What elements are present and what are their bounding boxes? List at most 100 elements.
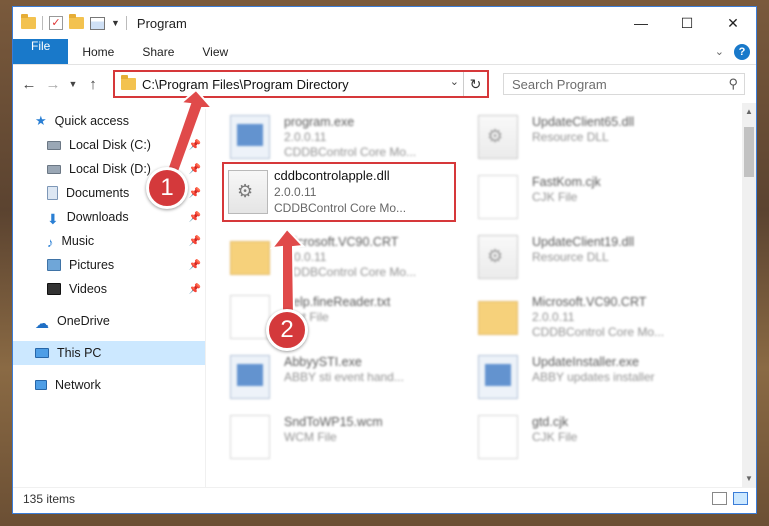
file-type: WCM File xyxy=(284,430,337,444)
file-type: Resource DLL xyxy=(532,250,609,264)
new-folder-icon[interactable] xyxy=(69,14,84,29)
window-title: Program xyxy=(136,15,187,31)
sidebar-item-music[interactable]: ♪ Music 📌 xyxy=(13,229,205,253)
file-item[interactable]: Microsoft.VC90.CRT 2.0.0.11 CDDBControl Co… xyxy=(230,233,478,293)
file-description: ABBY sti event hand... xyxy=(284,370,404,384)
vertical-scrollbar[interactable]: ▲ ▼ xyxy=(742,103,756,487)
file-item[interactable]: UpdateInstaller.exe ABBY updates installe… xyxy=(478,353,726,413)
pin-icon[interactable]: 📌 xyxy=(189,236,201,247)
quick-access-toolbar: ✓ ▼ xyxy=(21,14,127,30)
search-input[interactable]: Search Program ⚲ xyxy=(503,73,745,95)
wcm-file-icon xyxy=(230,415,270,459)
sidebar-item-this-pc[interactable]: This PC xyxy=(13,341,205,365)
customize-toolbar-chevron-icon[interactable]: ▼ xyxy=(111,18,120,28)
file-version: 2.0.0.11 xyxy=(284,250,327,264)
sidebar-item-label: This PC xyxy=(57,346,102,360)
cjk-file-icon xyxy=(478,415,518,459)
sidebar-item-label: Downloads xyxy=(66,210,129,224)
tab-file[interactable]: File xyxy=(13,39,69,64)
close-button[interactable]: ✕ xyxy=(710,7,756,39)
sidebar-item-label: Music xyxy=(61,234,95,248)
back-arrow-icon[interactable]: ← xyxy=(19,76,39,93)
pin-icon[interactable]: 📌 xyxy=(189,284,201,295)
pin-icon[interactable]: 📌 xyxy=(189,188,201,199)
address-history-chevron-icon[interactable]: ⌄ xyxy=(450,75,459,88)
properties-icon[interactable] xyxy=(90,16,105,30)
details-view-icon[interactable] xyxy=(712,492,727,505)
ribbon-right: ⌄ ? xyxy=(715,39,756,64)
file-name: Microsoft.VC90.CRT xyxy=(532,295,647,309)
network-icon xyxy=(35,380,47,390)
refresh-icon[interactable]: ↻ xyxy=(463,72,487,96)
pin-icon[interactable]: 📌 xyxy=(189,212,201,223)
file-version: 2.0.0.11 xyxy=(284,130,327,144)
download-icon: ⬇ xyxy=(47,211,59,227)
file-name: cddbcontrolapple.dll xyxy=(274,168,390,183)
up-arrow-icon[interactable]: ↑ xyxy=(83,76,103,93)
scrollbar-thumb[interactable] xyxy=(744,127,754,177)
file-type: Resource DLL xyxy=(532,130,609,144)
sidebar-item-label: Local Disk (D:) xyxy=(69,162,151,176)
address-row: ← → ▼ ↑ C:\Program Files\Program Directo… xyxy=(13,65,756,103)
exe-file-icon xyxy=(478,355,518,399)
highlighted-file-item[interactable]: cddbcontrolapple.dll 2.0.0.11 CDDBContro… xyxy=(222,162,456,222)
file-item[interactable]: AbbyySTI.exe ABBY sti event hand... xyxy=(230,353,478,413)
folder-icon[interactable] xyxy=(21,14,36,29)
sidebar-item-onedrive[interactable]: ☁ OneDrive xyxy=(13,309,205,333)
window-controls: — ☐ ✕ xyxy=(618,7,756,39)
pin-icon[interactable]: 📌 xyxy=(189,140,201,151)
file-name: Microsoft.VC90.CRT xyxy=(284,235,399,249)
cloud-icon: ☁ xyxy=(35,315,49,331)
large-icons-view-icon[interactable] xyxy=(733,492,748,505)
help-icon[interactable]: ? xyxy=(734,43,750,60)
tab-view[interactable]: View xyxy=(188,39,242,64)
minimize-button[interactable]: — xyxy=(618,7,664,39)
address-path[interactable]: C:\Program Files\Program Directory xyxy=(142,77,349,92)
maximize-button[interactable]: ☐ xyxy=(664,7,710,39)
file-description: CDDBControl Core Mo... xyxy=(274,201,407,215)
tab-share[interactable]: Share xyxy=(128,39,188,64)
sidebar-item-label: OneDrive xyxy=(57,314,110,328)
properties-check-icon[interactable]: ✓ xyxy=(49,16,63,30)
file-item[interactable]: gtd.cjk CJK File xyxy=(478,413,726,473)
pin-icon[interactable]: 📌 xyxy=(189,260,201,271)
file-item[interactable]: FastKom.cjk CJK File xyxy=(478,173,726,233)
sidebar-item-quick-access[interactable]: ★ Quick access xyxy=(13,109,205,133)
sidebar-item-network[interactable]: Network xyxy=(13,373,205,397)
forward-arrow-icon[interactable]: → xyxy=(43,76,63,93)
pin-icon[interactable]: 📌 xyxy=(189,164,201,175)
toolbar-separator xyxy=(42,16,43,30)
text-file-icon xyxy=(230,295,270,339)
file-name: Help.fineReader.txt xyxy=(284,295,391,309)
file-item[interactable]: UpdateClient19.dllResource DLL xyxy=(478,233,726,293)
tab-home[interactable]: Home xyxy=(68,39,128,64)
dll-file-icon xyxy=(478,115,518,159)
address-bar[interactable]: C:\Program Files\Program Directory ⌄ ↻ xyxy=(113,70,489,98)
file-item[interactable]: UpdateClient65.dllResource DLL xyxy=(478,113,726,173)
file-name: AbbyySTI.exe xyxy=(284,355,362,369)
scroll-up-icon[interactable]: ▲ xyxy=(742,107,756,116)
view-toggle xyxy=(712,492,756,505)
item-count: 135 items xyxy=(23,491,76,506)
file-name: program.exe xyxy=(284,115,355,129)
file-name: SndToWP15.wcm xyxy=(284,415,383,429)
sidebar-item-label: Local Disk (C:) xyxy=(69,138,151,152)
dll-file-icon xyxy=(478,235,518,279)
ribbon-tabs: File Home Share View ⌄ ? xyxy=(13,39,756,65)
sidebar-item-downloads[interactable]: ⬇ Downloads 📌 xyxy=(13,205,205,229)
exe-file-icon xyxy=(230,355,270,399)
sidebar-item-pictures[interactable]: Pictures 📌 xyxy=(13,253,205,277)
file-description: ABBY updates installer xyxy=(532,370,655,384)
file-item[interactable]: Microsoft.VC90.CRT 2.0.0.11 CDDBControl Co… xyxy=(478,293,726,353)
sidebar-item-local-disk-c[interactable]: Local Disk (C:) 📌 xyxy=(13,133,205,157)
search-placeholder: Search Program xyxy=(512,76,607,92)
navigation-pane: ★ Quick access Local Disk (C:) 📌 Local D… xyxy=(13,103,206,487)
chevron-down-icon[interactable]: ⌄ xyxy=(715,45,724,58)
folder-icon xyxy=(478,301,518,335)
recent-locations-chevron-icon[interactable]: ▼ xyxy=(67,79,79,89)
sidebar-item-videos[interactable]: Videos 📌 xyxy=(13,277,205,301)
cjk-file-icon xyxy=(478,175,518,219)
file-item[interactable]: SndToWP15.wcm WCM File xyxy=(230,413,478,473)
scroll-down-icon[interactable]: ▼ xyxy=(742,474,756,483)
